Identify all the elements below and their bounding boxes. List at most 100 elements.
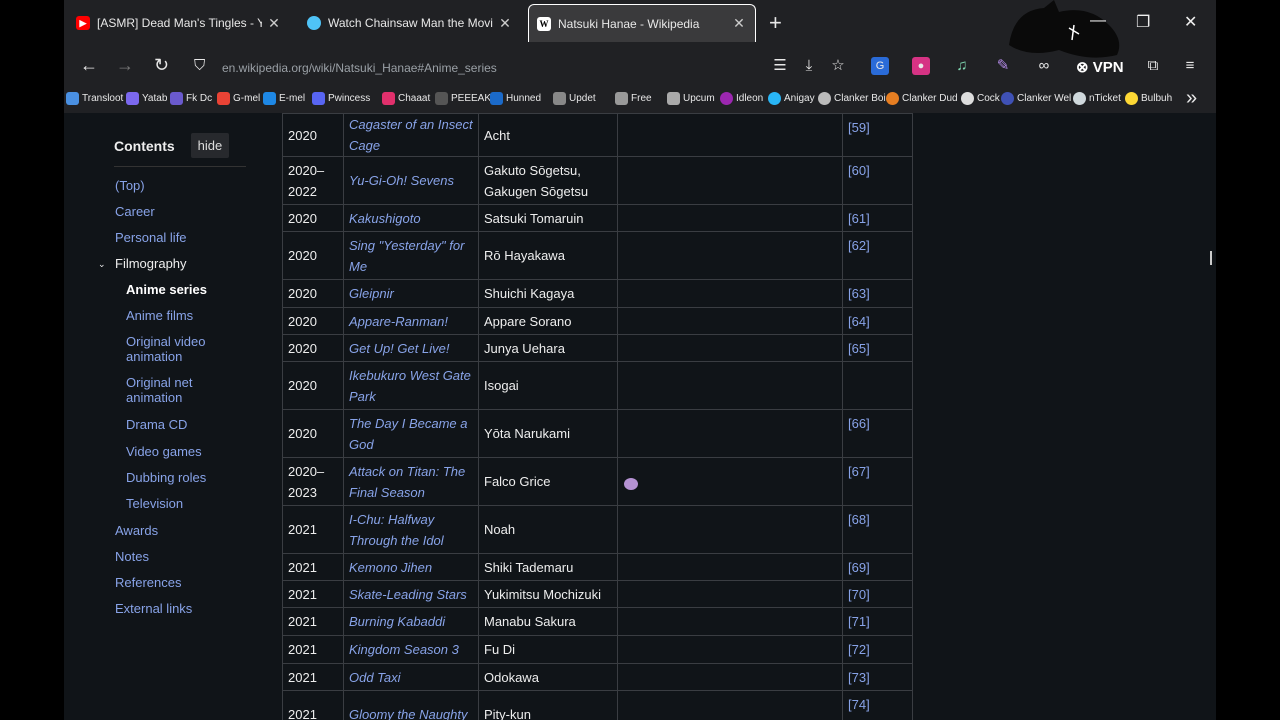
toc-item-anime-series[interactable]: Anime series: [126, 282, 207, 297]
toc-item-external-links[interactable]: External links: [115, 601, 192, 616]
bookmark-item[interactable]: Cock: [961, 92, 1000, 105]
chevron-down-icon[interactable]: ⌄: [98, 257, 106, 272]
bookmark-item[interactable]: E-mel: [263, 92, 305, 105]
toc-item-dubbing-roles[interactable]: Dubbing roles: [126, 470, 206, 485]
forward-icon[interactable]: →: [116, 55, 134, 76]
toc-item-career[interactable]: Career: [115, 204, 155, 219]
ref-cell[interactable]: [73]: [842, 663, 913, 691]
reader-view-icon[interactable]: ☰: [771, 57, 789, 75]
bookmark-item[interactable]: Bulbuh: [1125, 92, 1172, 105]
ref-cell[interactable]: [71]: [842, 607, 913, 636]
bookmark-item[interactable]: G-mel: [217, 92, 260, 105]
bookmark-item[interactable]: Clanker Dud: [886, 92, 958, 105]
tab-youtube[interactable]: ▶ [ASMR] Dead Man's Tingles - YouTube ✕: [68, 4, 290, 42]
extension-pencil-icon[interactable]: ✎: [994, 57, 1012, 75]
toc-item-awards[interactable]: Awards: [115, 523, 158, 538]
ref-cell[interactable]: [59]: [842, 113, 913, 157]
vpn-button[interactable]: ⊗ VPN: [1076, 58, 1124, 76]
title-cell[interactable]: Skate-Leading Stars: [343, 580, 479, 608]
toc-item-notes[interactable]: Notes: [115, 549, 149, 564]
toc-item-filmography[interactable]: ⌄ Filmography: [98, 256, 187, 271]
title-cell[interactable]: Ikebukuro West Gate Park: [343, 361, 479, 410]
close-icon[interactable]: ✕: [731, 15, 747, 32]
bookmark-item[interactable]: nTicket: [1073, 92, 1121, 105]
bookmarks-overflow-icon[interactable]: »: [1186, 87, 1197, 110]
minimize-icon[interactable]: —: [1090, 12, 1106, 30]
ref-cell[interactable]: [62]: [842, 231, 913, 280]
ref-cell[interactable]: [67]: [842, 457, 913, 506]
new-tab-button[interactable]: +: [769, 10, 782, 36]
back-icon[interactable]: ←: [80, 55, 98, 76]
tab-chainsaw-man[interactable]: Watch Chainsaw Man the Movie: Reze ✕: [299, 4, 521, 42]
close-icon[interactable]: ✕: [266, 15, 282, 32]
bookmark-item[interactable]: Clanker Boi: [818, 92, 886, 105]
title-cell[interactable]: Kakushigoto: [343, 204, 479, 232]
ref-cell[interactable]: [60]: [842, 156, 913, 205]
title-cell[interactable]: Burning Kabaddi: [343, 607, 479, 636]
close-icon[interactable]: ✕: [497, 15, 513, 32]
extension-glasses-icon[interactable]: ∞: [1035, 57, 1053, 75]
bookmark-item[interactable]: Hunned: [490, 92, 541, 105]
maximize-icon[interactable]: ❐: [1136, 12, 1150, 32]
title-cell[interactable]: Kemono Jihen: [343, 553, 479, 581]
extension-music-icon[interactable]: ♫: [953, 57, 971, 75]
bookmark-item[interactable]: Fk Dc: [170, 92, 212, 105]
title-cell[interactable]: Yu-Gi-Oh! Sevens: [343, 156, 479, 205]
toc-item-ona[interactable]: Original net animation: [126, 375, 236, 405]
bookmark-star-icon[interactable]: ☆: [829, 57, 847, 75]
title-cell[interactable]: Get Up! Get Live!: [343, 334, 479, 362]
bookmark-item[interactable]: Upcum: [667, 92, 715, 105]
extensions-icon[interactable]: ⧉: [1144, 57, 1162, 75]
title-cell[interactable]: Sing "Yesterday" for Me: [343, 231, 479, 280]
close-window-icon[interactable]: ✕: [1184, 12, 1197, 32]
ref-cell[interactable]: [70]: [842, 580, 913, 608]
toc-item-top[interactable]: (Top): [115, 178, 145, 193]
extension-mic-icon[interactable]: ●: [912, 57, 930, 75]
download-page-icon[interactable]: ⤓: [800, 57, 818, 75]
tab-wikipedia[interactable]: W Natsuki Hanae - Wikipedia ✕: [528, 4, 756, 42]
address-bar[interactable]: en.wikipedia.org/wiki/Natsuki_Hanae#Anim…: [222, 61, 497, 75]
ref-cell[interactable]: [63]: [842, 279, 913, 308]
scrollbar-thumb[interactable]: [1210, 251, 1212, 265]
ref-cell[interactable]: [842, 361, 913, 410]
title-cell[interactable]: Kingdom Season 3: [343, 635, 479, 664]
toc-item-anime-films[interactable]: Anime films: [126, 308, 193, 323]
bookmark-item[interactable]: Updet: [553, 92, 596, 105]
extension-translate-icon[interactable]: G: [871, 57, 889, 75]
title-cell[interactable]: Attack on Titan: The Final Season: [343, 457, 479, 506]
ref-cell[interactable]: [65]: [842, 334, 913, 362]
title-cell[interactable]: Appare-Ranman!: [343, 307, 479, 335]
toc-item-drama-cd[interactable]: Drama CD: [126, 417, 187, 432]
bookmark-item[interactable]: Chaaat: [382, 92, 430, 105]
ref-cell[interactable]: [66]: [842, 409, 913, 458]
title-cell[interactable]: Gleipnir: [343, 279, 479, 308]
ref-cell[interactable]: [69]: [842, 553, 913, 581]
ref-cell[interactable]: [68]: [842, 505, 913, 554]
title-cell[interactable]: Gloomy the Naughty: [343, 690, 479, 720]
bookmark-item[interactable]: Anigay: [768, 92, 815, 105]
ref-cell[interactable]: [61]: [842, 204, 913, 232]
toc-item-television[interactable]: Television: [126, 496, 183, 511]
toc-item-video-games[interactable]: Video games: [126, 444, 202, 459]
reload-icon[interactable]: ↻: [154, 55, 169, 76]
bookmark-item[interactable]: Clanker Wel: [1001, 92, 1071, 105]
toc-item-references[interactable]: References: [115, 575, 181, 590]
ref-cell[interactable]: [74]: [842, 690, 913, 720]
bookmark-item[interactable]: Transloot: [66, 92, 123, 105]
title-cell[interactable]: Cagaster of an Insect Cage: [343, 113, 479, 157]
bookmark-item[interactable]: Pwincess: [312, 92, 370, 105]
bookmark-item[interactable]: Free: [615, 92, 652, 105]
menu-icon[interactable]: ≡: [1181, 57, 1199, 75]
ref-cell[interactable]: [72]: [842, 635, 913, 664]
toc-hide-button[interactable]: hide: [190, 133, 230, 158]
bookmark-item[interactable]: PEEEAK: [435, 92, 491, 105]
title-cell[interactable]: The Day I Became a God: [343, 409, 479, 458]
title-cell[interactable]: I-Chu: Halfway Through the Idol: [343, 505, 479, 554]
bookmark-item[interactable]: Idleon: [720, 92, 763, 105]
ref-cell[interactable]: [64]: [842, 307, 913, 335]
toc-item-ova[interactable]: Original video animation: [126, 334, 236, 364]
bookmark-item[interactable]: Yatab: [126, 92, 167, 105]
title-cell[interactable]: Odd Taxi: [343, 663, 479, 691]
toc-item-personal-life[interactable]: Personal life: [115, 230, 187, 245]
site-info-icon[interactable]: ⛉: [194, 57, 205, 74]
